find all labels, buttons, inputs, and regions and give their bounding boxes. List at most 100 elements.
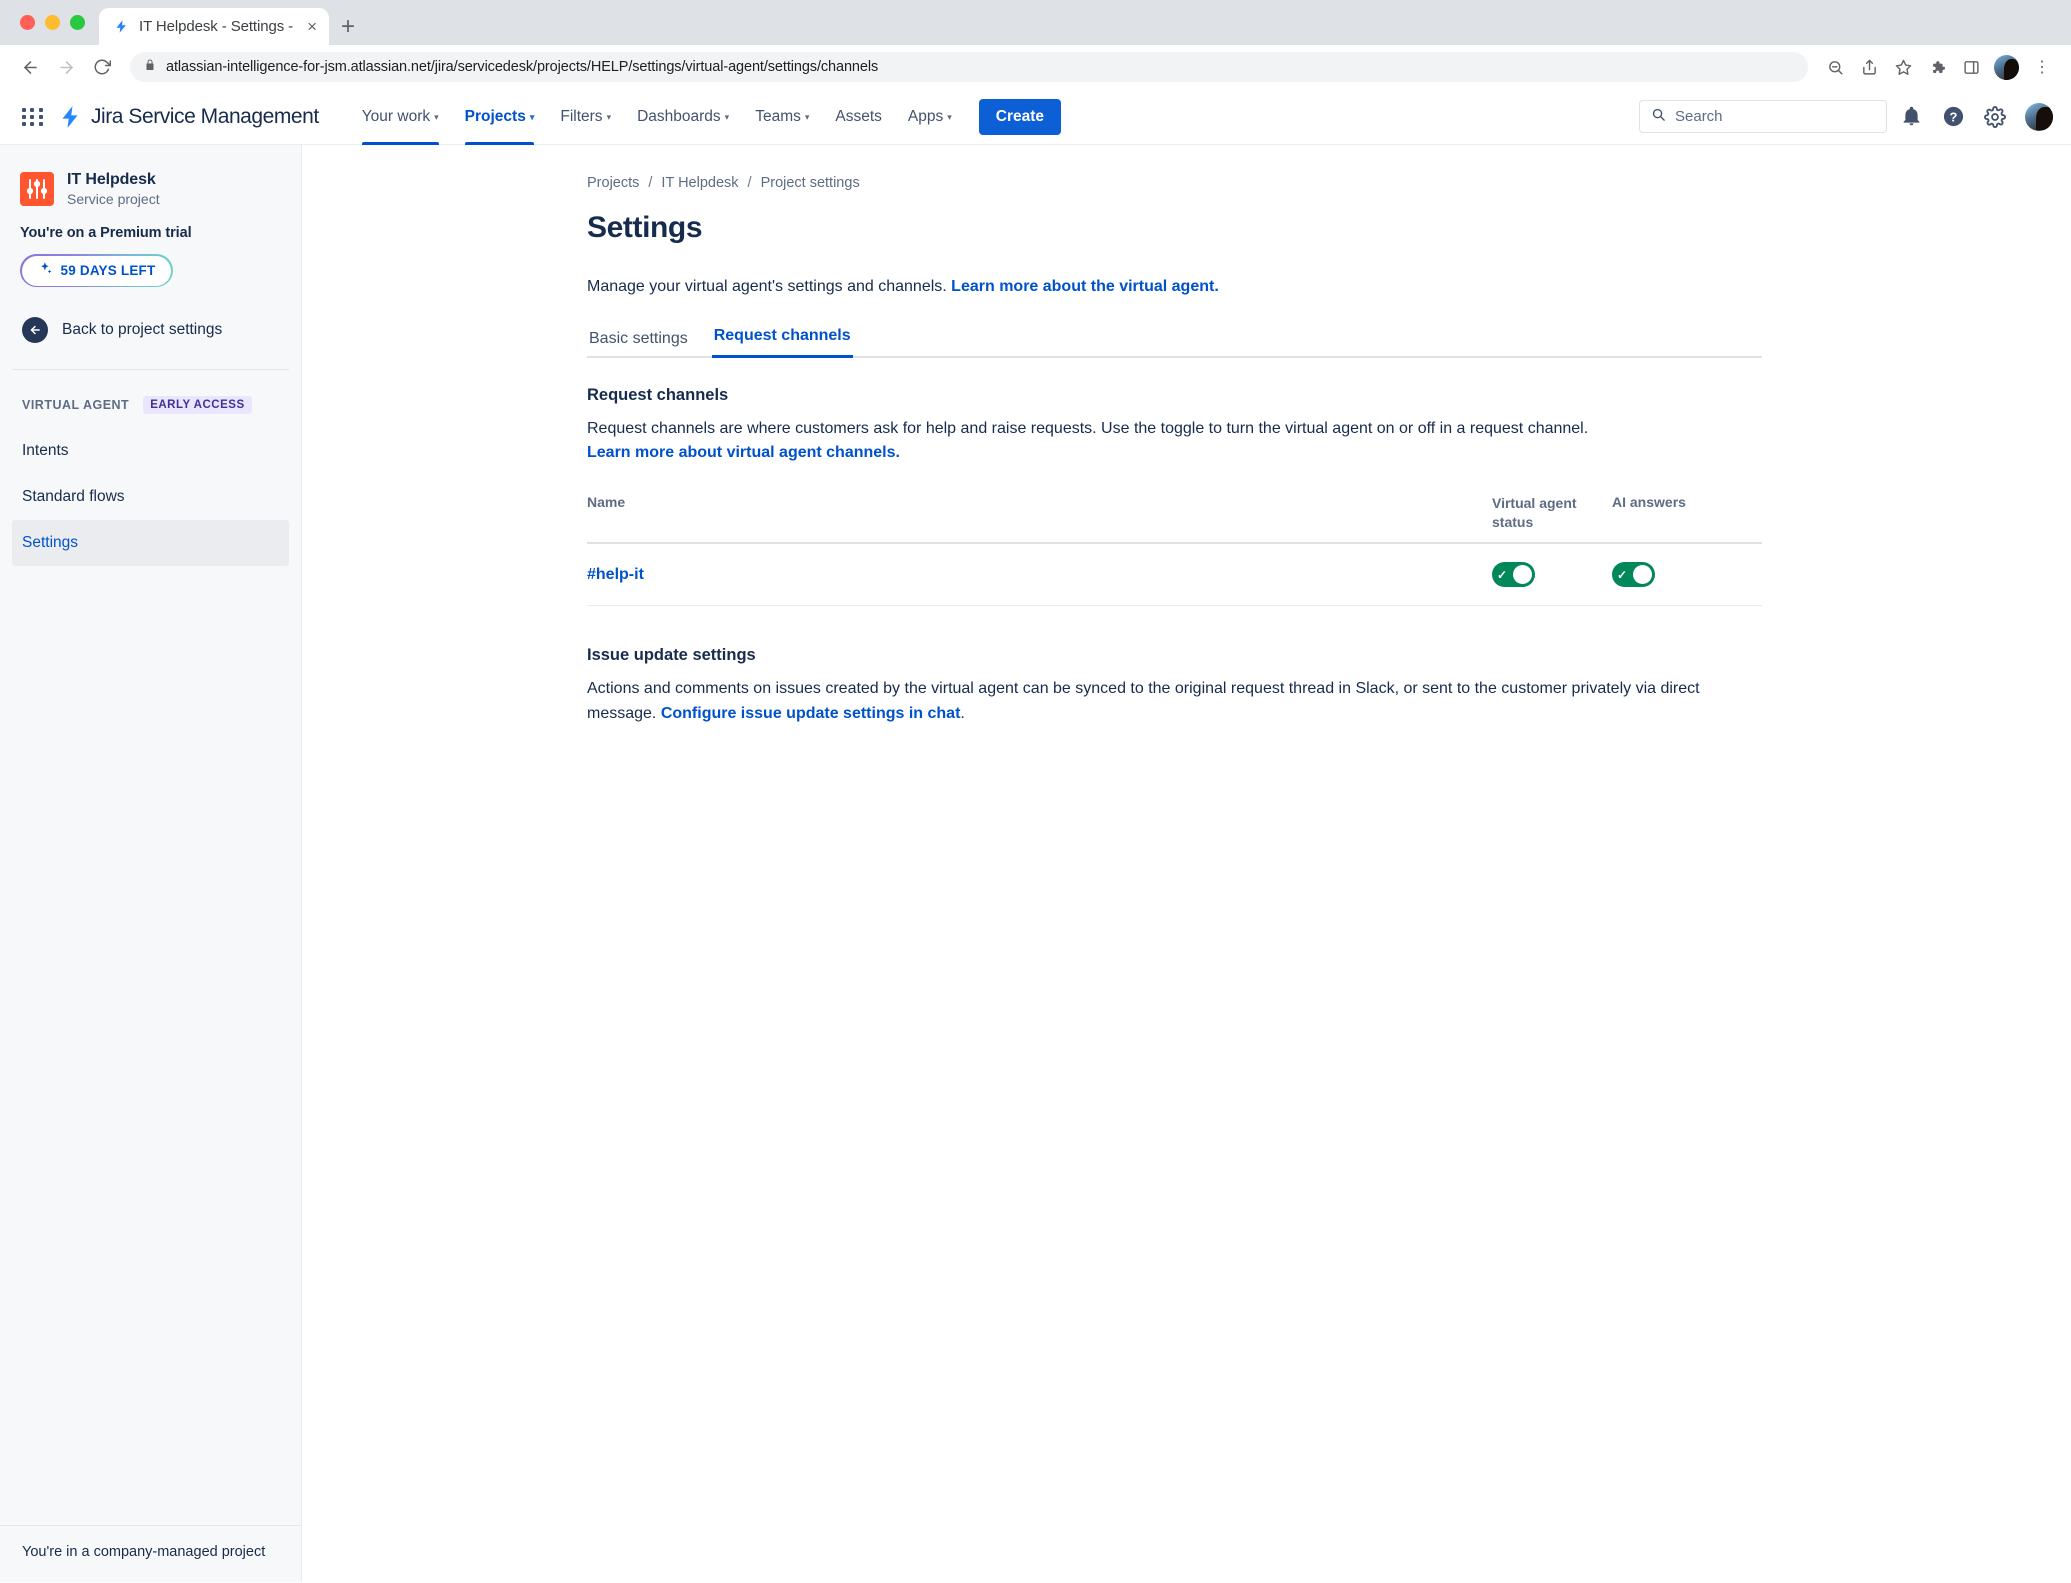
virtual-agent-status-cell: ✓ xyxy=(1492,562,1612,588)
bookmark-star-icon[interactable] xyxy=(1888,52,1918,82)
nav-item-label: Dashboards xyxy=(637,107,721,125)
learn-more-virtual-agent-link[interactable]: Learn more about the virtual agent. xyxy=(951,278,1219,295)
column-header-ai-answers: AI answers xyxy=(1612,493,1686,510)
back-arrow-circle-icon xyxy=(22,317,48,343)
close-tab-button[interactable]: × xyxy=(305,18,319,35)
project-name: IT Helpdesk xyxy=(67,171,156,188)
user-avatar[interactable] xyxy=(2025,102,2053,131)
issue-update-settings-heading: Issue update settings xyxy=(587,646,756,665)
reload-button[interactable] xyxy=(86,51,118,83)
settings-gear-icon[interactable] xyxy=(1977,99,2013,135)
chevron-down-icon: ▾ xyxy=(724,112,730,122)
notifications-bell-icon[interactable] xyxy=(1893,99,1929,135)
nav-item-dashboards[interactable]: Dashboards ▾ xyxy=(624,89,742,145)
nav-item-filters[interactable]: Filters ▾ xyxy=(547,89,624,145)
breadcrumb: Projects / IT Helpdesk / Project setting… xyxy=(587,175,1762,191)
nav-item-projects[interactable]: Projects ▾ xyxy=(452,89,548,145)
address-bar[interactable]: atlassian-intelligence-for-jsm.atlassian… xyxy=(130,52,1808,82)
nav-item-apps[interactable]: Apps ▾ xyxy=(895,89,965,145)
tab-basic-settings[interactable]: Basic settings xyxy=(587,330,690,358)
table-header-row: Name Virtual agent status AI answers xyxy=(587,494,1762,545)
sidebar-item-settings[interactable]: Settings xyxy=(12,520,289,566)
search-input[interactable]: Search xyxy=(1639,100,1887,133)
project-sliders-icon xyxy=(20,172,54,206)
trial-days-left: 59 DAYS LEFT xyxy=(60,263,156,278)
early-access-badge: EARLY ACCESS xyxy=(143,396,252,414)
nav-item-label: Apps xyxy=(907,107,944,125)
maximize-window-button[interactable] xyxy=(70,15,85,30)
browser-chrome: IT Helpdesk - Settings - Servic × + atla… xyxy=(0,0,2071,89)
sidebar-section-virtual-agent: VIRTUAL AGENT EARLY ACCESS xyxy=(0,370,301,414)
browser-toolbar: atlassian-intelligence-for-jsm.atlassian… xyxy=(0,45,2071,89)
nav-item-label: Projects xyxy=(464,107,526,125)
sidebar-item-label: Settings xyxy=(22,534,79,551)
project-meta: IT Helpdesk Service project xyxy=(67,171,160,207)
check-icon: ✓ xyxy=(1617,567,1628,582)
nav-item-label: Filters xyxy=(560,107,603,125)
toggle-knob xyxy=(1633,565,1652,585)
ai-answers-cell: ✓ xyxy=(1612,562,1762,588)
project-type: Service project xyxy=(67,191,160,207)
premium-sparkle-icon xyxy=(38,261,53,281)
chrome-menu-icon[interactable]: ⋮ xyxy=(2027,52,2057,82)
table-row: #help-it ✓ ✓ xyxy=(587,544,1762,607)
sidebar-item-standard-flows[interactable]: Standard flows xyxy=(12,474,289,520)
extensions-puzzle-icon[interactable] xyxy=(1922,52,1952,82)
url-text: atlassian-intelligence-for-jsm.atlassian… xyxy=(166,59,879,75)
breadcrumb-item-projects[interactable]: Projects xyxy=(587,175,639,191)
browser-tab[interactable]: IT Helpdesk - Settings - Servic × xyxy=(99,8,329,45)
jira-brand-logo[interactable]: Jira Service Management xyxy=(60,104,319,130)
forward-navigation-button[interactable] xyxy=(50,51,82,83)
channel-name-link[interactable]: #help-it xyxy=(587,566,1492,584)
settings-tabs: Basic settings Request channels xyxy=(587,325,1762,358)
nav-item-assets[interactable]: Assets xyxy=(822,89,895,145)
chevron-down-icon: ▾ xyxy=(434,112,439,122)
nav-item-label: Your work xyxy=(361,107,431,125)
chevron-down-icon: ▾ xyxy=(606,112,612,122)
profile-avatar[interactable] xyxy=(1994,54,2019,80)
sidebar-item-label: Standard flows xyxy=(22,488,125,505)
page-description: Manage your virtual agent's settings and… xyxy=(587,275,1762,299)
sidebar-project-header[interactable]: IT Helpdesk Service project xyxy=(0,145,301,207)
sidebar-item-intents[interactable]: Intents xyxy=(12,428,289,474)
new-tab-button[interactable]: + xyxy=(341,15,355,39)
request-channels-description-text: Request channels are where customers ask… xyxy=(587,420,1589,437)
check-icon: ✓ xyxy=(1497,567,1508,582)
breadcrumb-item-project-settings[interactable]: Project settings xyxy=(761,175,860,191)
minimize-window-button[interactable] xyxy=(45,15,60,30)
chevron-down-icon: ▾ xyxy=(529,112,535,122)
side-panel-icon[interactable] xyxy=(1956,52,1986,82)
nav-item-your-work[interactable]: Your work ▾ xyxy=(349,89,452,145)
back-navigation-button[interactable] xyxy=(14,51,46,83)
virtual-agent-status-toggle[interactable]: ✓ xyxy=(1492,562,1535,588)
create-button[interactable]: Create xyxy=(978,98,1062,135)
back-to-project-settings-link[interactable]: Back to project settings xyxy=(0,287,301,369)
learn-more-virtual-agent-channels-link[interactable]: Learn more about virtual agent channels. xyxy=(587,444,900,461)
issue-update-description-period: . xyxy=(960,704,965,722)
share-icon[interactable] xyxy=(1854,52,1884,82)
breadcrumb-item-it-helpdesk[interactable]: IT Helpdesk xyxy=(661,175,738,191)
browser-toolbar-icons: ⋮ xyxy=(1820,52,2057,82)
chevron-down-icon: ▾ xyxy=(947,112,952,122)
nav-item-teams[interactable]: Teams ▾ xyxy=(742,89,822,145)
jira-bolt-icon xyxy=(60,104,82,130)
column-header-virtual-agent-status: Virtual agent status xyxy=(1492,494,1577,530)
nav-item-label: Assets xyxy=(835,107,882,125)
breadcrumb-separator: / xyxy=(747,175,752,191)
jira-brand-text: Jira Service Management xyxy=(91,104,319,128)
trial-label: You're on a Premium trial xyxy=(20,225,192,241)
configure-issue-update-settings-link[interactable]: Configure issue update settings in chat xyxy=(661,705,961,722)
close-window-button[interactable] xyxy=(20,15,35,30)
back-link-label: Back to project settings xyxy=(62,321,223,338)
window-traffic-lights xyxy=(14,0,99,45)
ai-answers-toggle[interactable]: ✓ xyxy=(1612,562,1655,588)
tab-request-channels[interactable]: Request channels xyxy=(711,327,853,358)
nav-item-label: Teams xyxy=(755,107,801,125)
page-description-text: Manage your virtual agent's settings and… xyxy=(587,278,952,295)
sidebar-footer-note: You're in a company-managed project xyxy=(0,1525,301,1582)
zoom-search-icon[interactable] xyxy=(1820,52,1850,82)
search-icon xyxy=(1651,107,1666,127)
trial-days-pill[interactable]: 59 DAYS LEFT xyxy=(20,254,173,287)
app-switcher-icon[interactable] xyxy=(18,102,48,132)
help-icon[interactable]: ? xyxy=(1935,99,1971,135)
